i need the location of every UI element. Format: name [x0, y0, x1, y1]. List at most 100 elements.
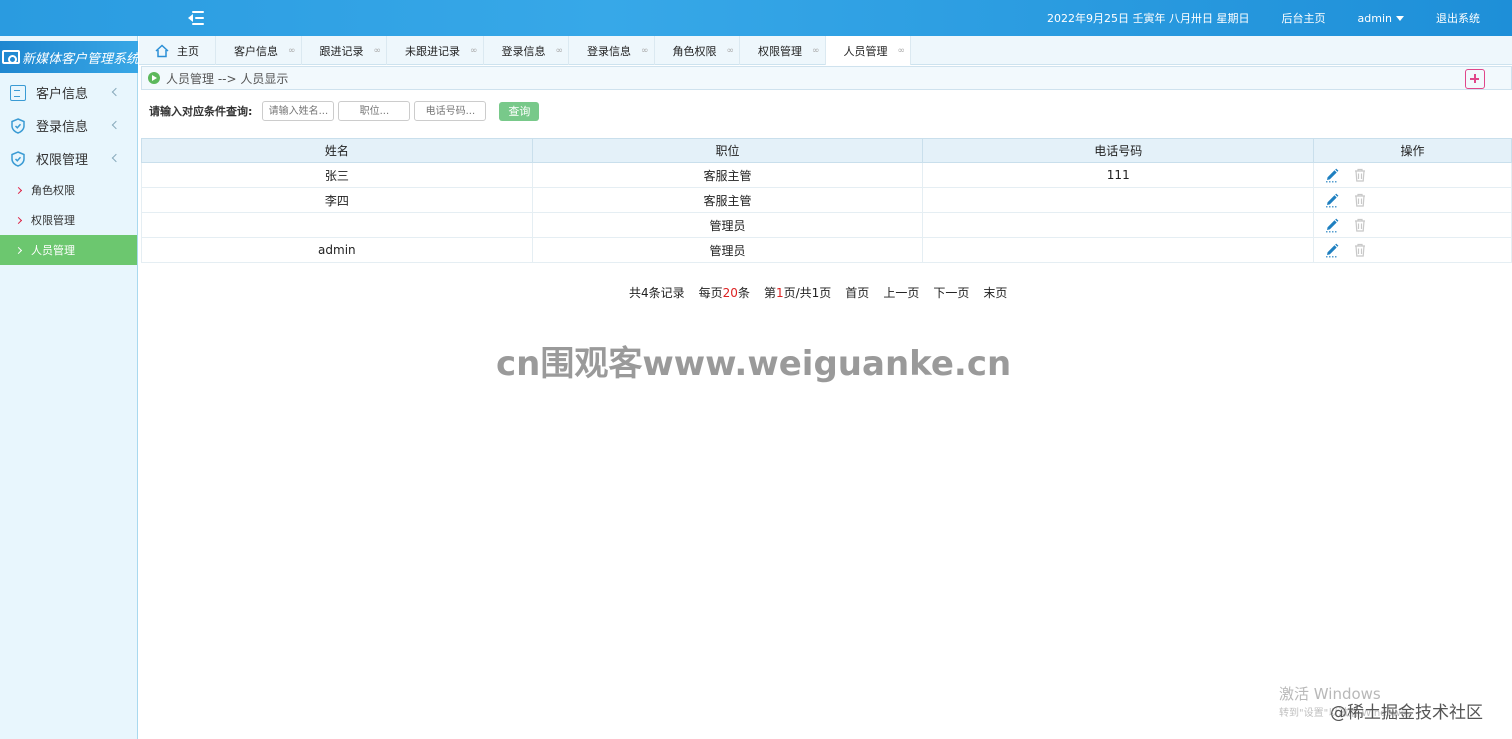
- close-tab-icon[interactable]: ∞: [470, 46, 477, 56]
- cell-phone: [922, 237, 1315, 263]
- chevron-right-icon: [14, 186, 23, 194]
- tab-customer-info[interactable]: 客户信息 ∞: [216, 36, 302, 65]
- column-header-name: 姓名: [141, 138, 533, 163]
- cell-phone: [922, 187, 1315, 213]
- cell-position: 管理员: [531, 237, 924, 263]
- tab-follow-records[interactable]: 跟进记录 ∞: [302, 36, 387, 65]
- tab-label: 主页: [177, 44, 199, 58]
- admin-home-link[interactable]: 后台主页: [1266, 10, 1342, 26]
- per-page-info: 每页20条: [699, 284, 750, 301]
- page-prefix: 第: [763, 286, 776, 300]
- tab-label: 权限管理: [758, 44, 802, 58]
- close-tab-icon[interactable]: ∞: [898, 46, 905, 56]
- pagination: 共4条记录 每页20条 第1页/共1页 首页 上一页 下一页 末页: [629, 284, 1021, 301]
- table-header-row: 姓名 职位 电话号码 操作: [141, 138, 1512, 163]
- tab-permission-mgmt[interactable]: 权限管理 ∞: [740, 36, 826, 65]
- tab-label: 未跟进记录: [405, 44, 460, 58]
- phone-search-input[interactable]: [414, 101, 487, 121]
- logout-link[interactable]: 退出系统: [1420, 10, 1512, 26]
- cell-name: 李四: [141, 187, 533, 213]
- close-tab-icon[interactable]: ∞: [288, 46, 295, 56]
- per-page-prefix: 每页: [698, 286, 723, 300]
- prev-page-link[interactable]: 上一页: [883, 284, 919, 301]
- subitem-label: 人员管理: [31, 244, 75, 257]
- trash-icon[interactable]: [1352, 217, 1368, 233]
- staff-table: 姓名 职位 电话号码 操作 张三 客服主管 111 李四 客服主管 管理员 ad…: [141, 138, 1512, 263]
- current-page: 1: [775, 286, 784, 300]
- add-staff-button[interactable]: [1465, 69, 1485, 89]
- tab-label: 客户信息: [234, 44, 278, 58]
- tab-label: 跟进记录: [319, 44, 364, 58]
- search-button[interactable]: 查询: [499, 101, 540, 121]
- page-info: 第1页/共1页: [764, 284, 831, 301]
- tab-home[interactable]: 主页: [139, 36, 216, 65]
- tab-login-info[interactable]: 登录信息 ∞: [484, 36, 569, 65]
- juejin-watermark: @稀土掘金技术社区: [1330, 703, 1483, 723]
- cell-position: 客服主管: [531, 187, 924, 213]
- cell-actions: [1313, 187, 1512, 213]
- tab-staff-mgmt[interactable]: 人员管理 ∞: [825, 36, 911, 65]
- current-date: 2022年9月25日 壬寅年 八月卅日 星期日: [1047, 12, 1250, 25]
- edit-icon[interactable]: [1324, 217, 1340, 233]
- trash-icon[interactable]: [1352, 192, 1368, 208]
- sidebar-item-login-info[interactable]: 登录信息: [0, 109, 137, 142]
- sidebar-item-label: 权限管理: [36, 153, 89, 168]
- top-bar: 2022年9月25日 壬寅年 八月卅日 星期日 后台主页 admin 退出系统: [0, 0, 1512, 36]
- sidebar-item-customer-info[interactable]: 客户信息: [0, 76, 137, 109]
- table-row: 李四 客服主管: [141, 187, 1512, 213]
- tab-unfollowed-records[interactable]: 未跟进记录 ∞: [387, 36, 484, 65]
- column-header-position: 职位: [531, 138, 924, 163]
- cell-position: 管理员: [531, 212, 924, 238]
- sidebar-subitem-role-permission[interactable]: 角色权限: [0, 175, 137, 205]
- menu-toggle-icon[interactable]: [186, 9, 208, 27]
- tab-label: 登录信息: [501, 44, 546, 58]
- tab-role-permission[interactable]: 角色权限 ∞: [655, 36, 740, 65]
- sidebar-item-label: 客户信息: [36, 87, 89, 102]
- sidebar: 新媒体客户管理系统 客户信息 登录信息 权限管理 角色权限 权限管理 人员管理: [0, 36, 138, 739]
- sidebar-subitem-permission-mgmt[interactable]: 权限管理: [0, 205, 137, 235]
- chevron-right-icon: [14, 216, 23, 224]
- breadcrumb: 人员管理 --> 人员显示: [141, 66, 1512, 90]
- table-row: admin 管理员: [141, 237, 1512, 263]
- page-suffix: 页/共1页: [783, 286, 832, 300]
- sidebar-item-permission-mgmt[interactable]: 权限管理: [0, 142, 137, 175]
- cell-position: 客服主管: [531, 162, 924, 188]
- first-page-link[interactable]: 首页: [845, 284, 869, 301]
- cell-name: 张三: [141, 162, 533, 188]
- close-tab-icon[interactable]: ∞: [556, 46, 563, 56]
- close-tab-icon[interactable]: ∞: [641, 46, 648, 56]
- name-search-input[interactable]: [262, 101, 335, 121]
- table-row: 张三 客服主管 111: [141, 162, 1512, 188]
- close-tab-icon[interactable]: ∞: [727, 46, 734, 56]
- position-search-input[interactable]: [338, 101, 411, 121]
- sidebar-subitem-staff-mgmt[interactable]: 人员管理: [0, 235, 137, 265]
- edit-icon[interactable]: [1324, 192, 1340, 208]
- last-page-link[interactable]: 末页: [983, 284, 1007, 301]
- subitem-label: 权限管理: [31, 214, 75, 227]
- next-page-link[interactable]: 下一页: [933, 284, 969, 301]
- chevron-down-icon: [111, 153, 121, 163]
- cell-name: [141, 212, 533, 238]
- column-header-phone: 电话号码: [922, 138, 1315, 163]
- top-right-area: 2022年9月25日 壬寅年 八月卅日 星期日 后台主页 admin 退出系统: [1031, 0, 1512, 36]
- tab-login-info-2[interactable]: 登录信息 ∞: [569, 36, 655, 65]
- sidebar-nav: 客户信息 登录信息 权限管理 角色权限 权限管理 人员管理: [0, 76, 137, 265]
- trash-icon[interactable]: [1352, 167, 1368, 183]
- close-tab-icon[interactable]: ∞: [812, 46, 819, 56]
- brand-title: 新媒体客户管理系统: [0, 41, 138, 73]
- user-menu[interactable]: admin: [1342, 12, 1420, 25]
- tab-bar: 主页 客户信息 ∞ 跟进记录 ∞ 未跟进记录 ∞ 登录信息 ∞ 登录信息 ∞ 角色权限 ∞ …: [139, 36, 1512, 65]
- cell-actions: [1313, 237, 1512, 263]
- chevron-left-icon: [111, 120, 121, 130]
- document-icon: [10, 84, 26, 101]
- close-tab-icon[interactable]: ∞: [374, 46, 381, 56]
- caret-down-icon: [1396, 15, 1404, 21]
- shield-icon: [10, 117, 26, 134]
- edit-icon[interactable]: [1324, 242, 1340, 258]
- home-icon: [155, 43, 169, 58]
- chevron-right-icon: [14, 246, 23, 254]
- trash-icon[interactable]: [1352, 242, 1368, 258]
- edit-icon[interactable]: [1324, 167, 1340, 183]
- breadcrumb-text: 人员管理 --> 人员显示: [166, 71, 289, 86]
- sidebar-item-label: 登录信息: [36, 120, 89, 135]
